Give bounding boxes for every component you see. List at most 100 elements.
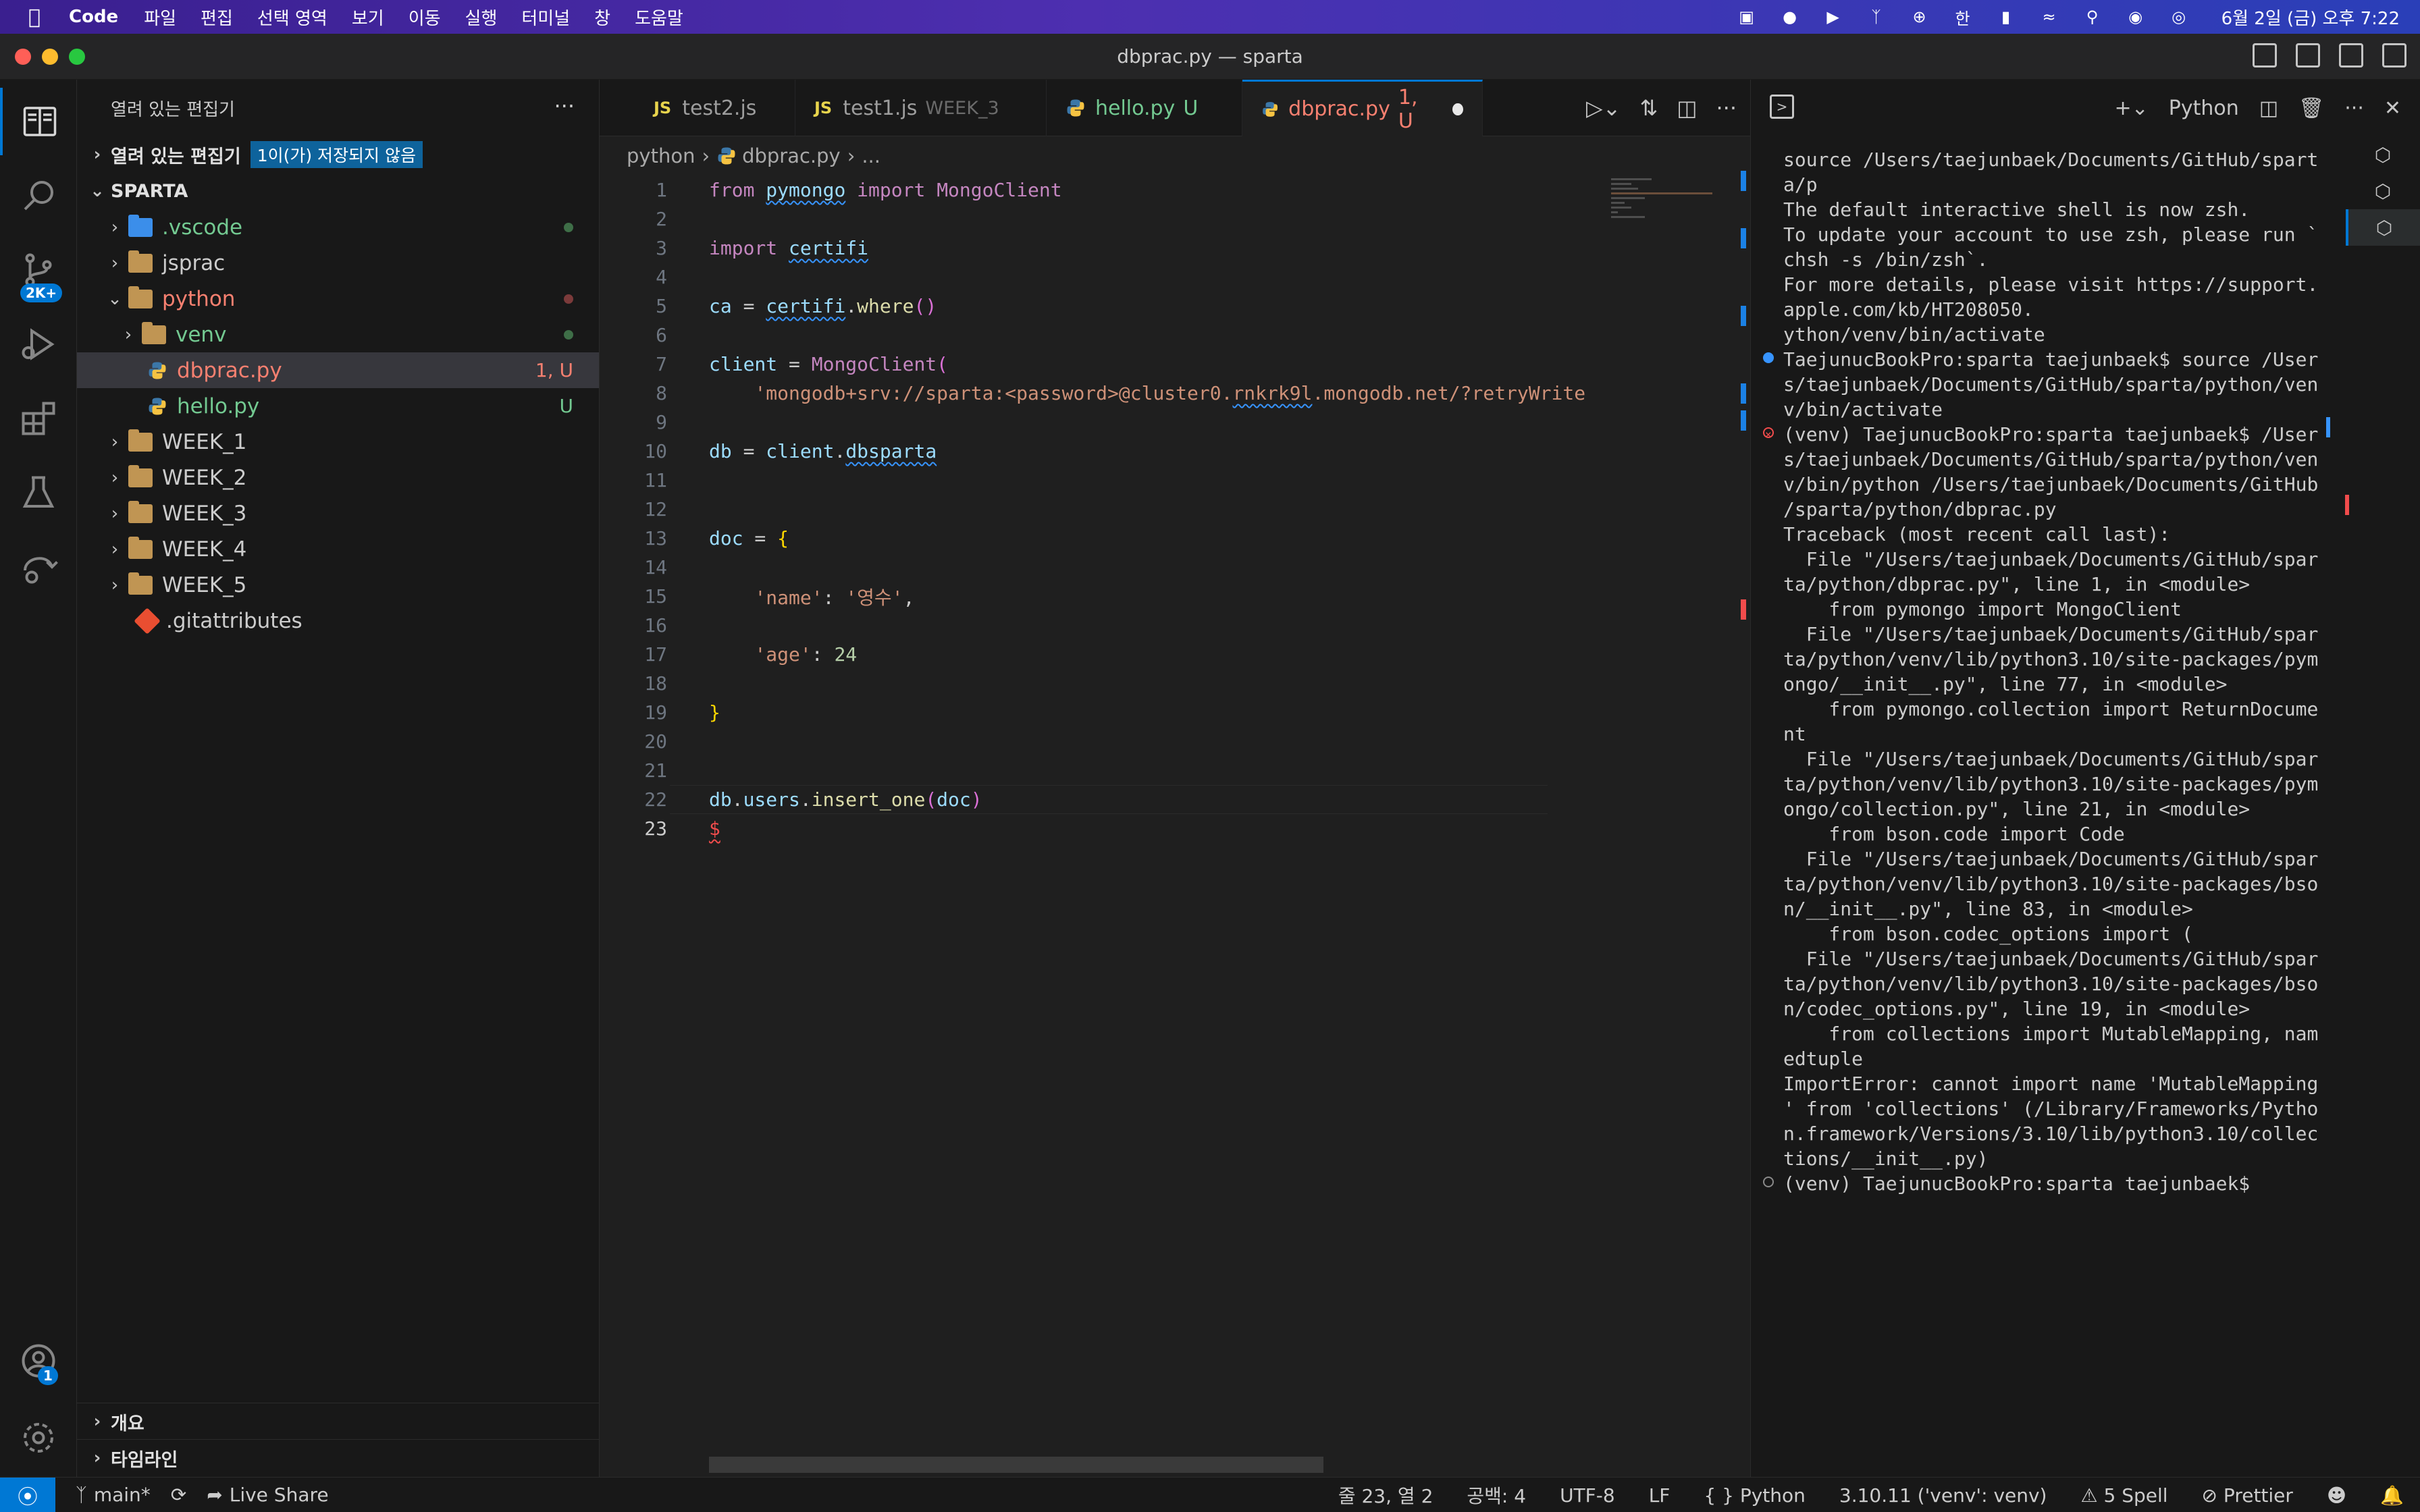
tree-item-python[interactable]: ⌄ python <box>77 281 599 317</box>
menu-app-name[interactable]: Code <box>69 7 118 27</box>
branch-status[interactable]: ᛉ main* <box>76 1484 151 1506</box>
outline-section[interactable]: › 개요 <box>77 1403 600 1440</box>
tab-test2-js[interactable]: JS test2.js <box>600 80 795 136</box>
cursor-position[interactable]: 줄 23, 열 2 <box>1338 1482 1433 1509</box>
more-actions-icon[interactable]: ··· <box>1716 95 1737 121</box>
menu-edit[interactable]: 편집 <box>201 5 233 30</box>
feedback-icon[interactable]: ☻ <box>2327 1484 2346 1507</box>
split-editor-icon[interactable]: ◫ <box>1677 95 1697 121</box>
command-decoration-icon[interactable] <box>1763 1177 1774 1187</box>
menu-help[interactable]: 도움말 <box>635 5 683 30</box>
menu-selection[interactable]: 선택 영역 <box>257 5 327 30</box>
accounts-icon[interactable]: 1 <box>0 1327 77 1395</box>
gear-icon[interactable] <box>0 1404 77 1472</box>
run-debug-icon[interactable] <box>0 310 77 378</box>
tree-item-week5[interactable]: › WEEK_5 <box>77 567 599 603</box>
minimap[interactable] <box>1611 176 1733 310</box>
editor-tabs: JS test2.js JS test1.js WEEK_3 hello.py … <box>600 80 1750 136</box>
testing-icon[interactable] <box>0 459 77 526</box>
breadcrumb-folder[interactable]: python <box>627 144 695 167</box>
chevron-right-icon: › <box>111 467 119 488</box>
input-source-icon[interactable]: 한 <box>1951 7 1974 28</box>
airdrop-icon[interactable]: ⊕ <box>1908 7 1931 26</box>
battery-icon[interactable]: ▮ <box>1995 7 2018 26</box>
split-terminal-icon[interactable]: ◫ <box>2259 97 2278 120</box>
bluetooth-icon[interactable]: ᛉ <box>1865 7 1888 26</box>
tab-hello-py[interactable]: hello.py U <box>1047 80 1242 136</box>
menu-terminal[interactable]: 터미널 <box>521 5 570 30</box>
tree-item-week1[interactable]: › WEEK_1 <box>77 424 599 460</box>
explorer-icon[interactable] <box>0 88 77 155</box>
timeline-section[interactable]: › 타임라인 <box>77 1440 600 1476</box>
apple-icon[interactable]:  <box>19 0 50 34</box>
menu-go[interactable]: 이동 <box>409 5 441 30</box>
tree-item-hello[interactable]: hello.py U <box>77 388 599 424</box>
search-icon[interactable] <box>0 162 77 230</box>
command-decoration-icon[interactable] <box>1763 422 1774 447</box>
menu-file[interactable]: 파일 <box>144 5 176 30</box>
indentation[interactable]: 공백: 4 <box>1467 1482 1526 1509</box>
menu-run[interactable]: 실행 <box>465 5 498 30</box>
screen-mirror-icon[interactable]: ▣ <box>1735 7 1758 26</box>
menu-view[interactable]: 보기 <box>352 5 384 30</box>
tree-item-week2[interactable]: › WEEK_2 <box>77 460 599 495</box>
tree-item-venv[interactable]: › venv <box>77 317 599 352</box>
python-interpreter[interactable]: 3.10.11 ('venv': venv) <box>1839 1484 2047 1507</box>
horizontal-scrollbar[interactable] <box>709 1457 1323 1473</box>
tree-item-week3[interactable]: › WEEK_3 <box>77 495 599 531</box>
tab-test1-js[interactable]: JS test1.js WEEK_3 <box>795 80 1047 136</box>
terminal-output[interactable]: source /Users/taejunbaek/Documents/GitHu… <box>1763 147 2391 1196</box>
tree-item-gitattributes[interactable]: .gitattributes <box>77 603 599 639</box>
wifi-icon[interactable]: ≈ <box>2038 7 2061 26</box>
liveshare-status[interactable]: ➦ Live Share <box>207 1484 328 1506</box>
tree-item-jsprac[interactable]: › jsprac <box>77 245 599 281</box>
run-python-icon[interactable]: ▷⌄ <box>1586 95 1621 121</box>
end-of-line[interactable]: LF <box>1649 1484 1671 1507</box>
new-terminal-icon[interactable]: +⌄ <box>2115 97 2149 120</box>
command-decoration-icon[interactable] <box>1763 352 1774 363</box>
toggle-primary-sidebar-icon[interactable] <box>2253 43 2277 68</box>
remote-indicator-icon[interactable]: ⦿ <box>0 1477 55 1512</box>
source-control-icon[interactable]: 2K+ <box>0 236 77 304</box>
sidebar-header: 열려 있는 편집기 ··· <box>77 80 599 136</box>
python-shell-label[interactable]: Python <box>2169 97 2239 120</box>
remote-explorer-icon[interactable] <box>0 533 77 601</box>
terminal-line: nt <box>1783 723 1806 745</box>
menu-window[interactable]: 창 <box>594 5 610 30</box>
tab-dbprac-py[interactable]: dbprac.py 1, U <box>1242 80 1483 136</box>
control-center-icon[interactable]: ◉ <box>2124 7 2147 26</box>
more-actions-icon[interactable]: ··· <box>2344 97 2364 120</box>
breadcrumb-symbol[interactable]: ... <box>862 144 880 167</box>
close-icon[interactable]: ✕ <box>2384 97 2401 120</box>
tree-item-vscode[interactable]: › .vscode <box>77 209 599 245</box>
window-titlebar: dbprac.py — sparta <box>0 34 2420 80</box>
messages-icon[interactable]: ● <box>1779 7 1801 26</box>
tree-item-dbprac[interactable]: dbprac.py 1, U <box>77 352 599 388</box>
spell-status[interactable]: ⚠ 5 Spell <box>2080 1484 2167 1507</box>
notifications-icon[interactable]: 🔔 <box>2380 1484 2404 1507</box>
open-editors-section[interactable]: › 열려 있는 편집기 1이(가) 저장되지 않음 <box>77 136 599 173</box>
customize-layout-icon[interactable] <box>2382 43 2406 68</box>
git-file-icon <box>134 607 161 634</box>
siri-icon[interactable]: ◎ <box>2167 7 2190 26</box>
language-mode[interactable]: { } Python <box>1704 1484 1806 1507</box>
spotlight-icon[interactable]: ⚲ <box>2081 7 2104 26</box>
more-actions-icon[interactable]: ··· <box>554 93 575 119</box>
breadcrumb-file[interactable]: dbprac.py <box>742 144 841 167</box>
trash-icon[interactable]: 🗑 <box>2298 97 2324 120</box>
play-icon[interactable]: ▶ <box>1822 7 1845 26</box>
encoding[interactable]: UTF-8 <box>1560 1484 1615 1507</box>
terminal-icon[interactable]: > <box>1770 94 1794 119</box>
unsaved-dot-icon[interactable] <box>1452 103 1463 115</box>
toggle-secondary-sidebar-icon[interactable] <box>2339 43 2363 68</box>
code-editor[interactable]: 1 from pymongo import MongoClient 2 3 impo… <box>600 176 1612 843</box>
project-section[interactable]: ⌄ SPARTA <box>77 173 599 209</box>
toggle-panel-icon[interactable] <box>2296 43 2320 68</box>
menubar-clock[interactable]: 6월 2일 (금) 오후 7:22 <box>2221 5 2400 30</box>
compare-changes-icon[interactable]: ⇅ <box>1639 95 1658 121</box>
tree-item-label: jsprac <box>162 250 226 275</box>
sync-icon[interactable]: ⟳ <box>171 1484 186 1506</box>
extensions-icon[interactable] <box>0 385 77 452</box>
prettier-status[interactable]: ⊘ Prettier <box>2202 1484 2293 1507</box>
tree-item-week4[interactable]: › WEEK_4 <box>77 531 599 567</box>
